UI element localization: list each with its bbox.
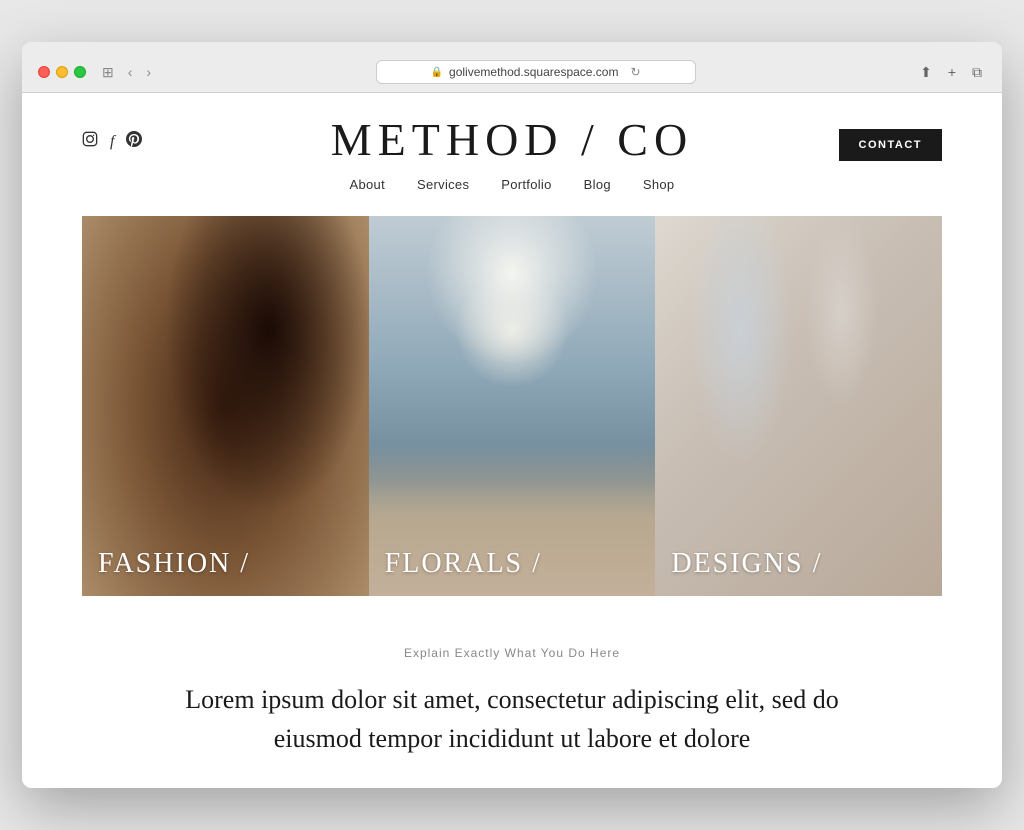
site-header: f METHOD / CO CONTACT: [22, 93, 1002, 161]
website-content: f METHOD / CO CONTACT About Services Por…: [22, 93, 1002, 788]
nav-shop[interactable]: Shop: [643, 177, 675, 192]
site-title-text: METHOD / CO: [331, 113, 693, 166]
nav-blog[interactable]: Blog: [584, 177, 611, 192]
traffic-light-green[interactable]: [74, 66, 86, 78]
back-btn[interactable]: ‹: [124, 62, 137, 82]
tab-overview-btn[interactable]: ⧉: [968, 62, 986, 83]
traffic-light-yellow[interactable]: [56, 66, 68, 78]
url-text: golivemethod.squarespace.com: [449, 65, 618, 79]
toolbar-left: [38, 66, 86, 78]
site-tagline: Explain Exactly What You Do Here: [82, 646, 942, 660]
gallery-label-designs: DESIGNS /: [671, 548, 822, 580]
gallery-label-florals: FLORALS /: [385, 548, 542, 580]
address-bar[interactable]: 🔒 golivemethod.squarespace.com ↻: [376, 60, 696, 84]
gallery-label-fashion: FASHION /: [98, 548, 250, 580]
site-body: Explain Exactly What You Do Here Lorem i…: [22, 596, 1002, 788]
browser-toolbar: ⊞ ‹ › 🔒 golivemethod.squarespace.com ↻ ⬆…: [38, 52, 986, 92]
toolbar-right: ⬆ + ⧉: [916, 62, 986, 83]
lock-icon: 🔒: [431, 67, 443, 78]
browser-nav: ⊞ ‹ ›: [98, 62, 155, 83]
add-tab-btn[interactable]: +: [944, 62, 960, 82]
pinterest-icon[interactable]: [126, 131, 142, 152]
gallery-item-florals[interactable]: FLORALS /: [369, 216, 656, 596]
toolbar-center: 🔒 golivemethod.squarespace.com ↻: [155, 60, 916, 84]
gallery-image-designs: [655, 216, 942, 596]
image-gallery: FASHION /: [82, 216, 942, 596]
browser-chrome: ⊞ ‹ › 🔒 golivemethod.squarespace.com ↻ ⬆…: [22, 42, 1002, 93]
gallery-image-fashion: [82, 216, 369, 596]
window-grid-btn[interactable]: ⊞: [98, 62, 118, 83]
gallery-image-florals: [369, 216, 656, 596]
site-nav: About Services Portfolio Blog Shop: [22, 161, 1002, 216]
refresh-icon: ↻: [630, 65, 640, 79]
site-title: METHOD / CO: [331, 113, 693, 166]
nav-portfolio[interactable]: Portfolio: [501, 177, 551, 192]
nav-about[interactable]: About: [350, 177, 385, 192]
traffic-light-red[interactable]: [38, 66, 50, 78]
forward-btn[interactable]: ›: [142, 62, 155, 82]
facebook-icon[interactable]: f: [110, 133, 114, 151]
contact-button[interactable]: CONTACT: [839, 129, 942, 161]
social-icons: f: [82, 121, 142, 152]
instagram-icon[interactable]: [82, 131, 98, 152]
share-btn[interactable]: ⬆: [916, 62, 936, 83]
gallery-item-designs[interactable]: DESIGNS /: [655, 216, 942, 596]
gallery-item-fashion[interactable]: FASHION /: [82, 216, 369, 596]
nav-services[interactable]: Services: [417, 177, 469, 192]
browser-window: ⊞ ‹ › 🔒 golivemethod.squarespace.com ↻ ⬆…: [22, 42, 1002, 788]
site-body-text: Lorem ipsum dolor sit amet, consectetur …: [162, 680, 862, 758]
